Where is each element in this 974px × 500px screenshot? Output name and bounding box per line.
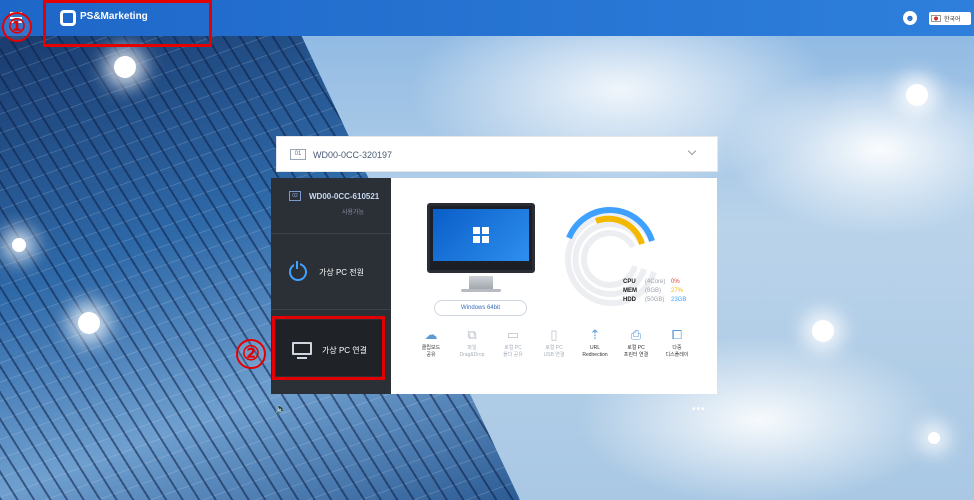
power-button[interactable]: 가상 PC 전원	[271, 235, 391, 310]
folder-share-icon: ▭	[506, 327, 520, 342]
multi-display-icon: ⧠	[671, 327, 683, 342]
tool-sublabel: 폴더 공유	[503, 352, 523, 358]
pc-number-badge: 01	[290, 149, 306, 160]
pc-status: 사용가능	[342, 210, 365, 216]
language-label: 한국어	[944, 17, 961, 23]
stat-label: CPU	[623, 279, 636, 285]
annotation-box-1	[43, 0, 212, 47]
tool-sublabel: 공유	[426, 352, 436, 358]
pc-selector-value: WD00-0CC-320197	[313, 150, 393, 160]
tool-sublabel: USB 연결	[543, 352, 565, 358]
tool-label: 로컬 PC	[545, 345, 563, 351]
chevron-down-icon[interactable]	[687, 146, 697, 156]
tool-sublabel: 프린터 연결	[623, 352, 649, 358]
stat-sublabel: (4Core)	[645, 279, 666, 285]
tool-sublabel: Drag&Drop	[459, 352, 485, 358]
tool-sublabel: 디스플레이	[665, 352, 689, 358]
tool-url-redirect[interactable]: ⇡ URL Redirection	[578, 328, 612, 359]
stat-row: MEM (8GB) 27%	[623, 287, 686, 296]
tool-folder-share[interactable]: ▭ 로컬 PC 폴더 공유	[496, 328, 530, 359]
stat-value: 27%	[671, 288, 684, 294]
tool-sublabel: Redirection	[582, 352, 608, 358]
os-badge: Windows 64bit	[434, 300, 527, 316]
user-icon[interactable]: ☻	[903, 11, 917, 25]
tool-label: 다중	[672, 345, 682, 351]
light-glow	[906, 84, 928, 106]
stat-sublabel: (50GB)	[645, 297, 665, 303]
url-redirect-icon: ⇡	[589, 327, 601, 342]
monitor-stand	[469, 276, 493, 290]
tool-label: 파일	[467, 345, 477, 351]
tool-drag-drop[interactable]: ⧉ 파일 Drag&Drop	[455, 328, 489, 359]
speaker-icon[interactable]: 🔈	[275, 404, 287, 415]
annotation-number-1: ①	[2, 12, 32, 42]
more-dots-icon[interactable]: •••	[692, 404, 706, 415]
cloud-icon: ☁	[424, 327, 438, 342]
stat-sublabel: (8GB)	[645, 288, 662, 294]
printer-icon: ⎙	[630, 327, 642, 342]
stat-value: 0%	[671, 279, 680, 285]
feature-toolbar: ☁ 클립보드 공유 ⧉ 파일 Drag&Drop ▭ 로컬 PC 폴더 공유 ▯ 로컬 PC USB …	[414, 328, 694, 359]
tool-label: 클립보드	[421, 345, 441, 351]
tool-printer[interactable]: ⎙ 로컬 PC 프린터 연결	[619, 328, 653, 359]
light-glow	[78, 312, 100, 334]
tool-usb[interactable]: ▯ 로컬 PC USB 연결	[537, 328, 571, 359]
stat-label: HDD	[623, 297, 636, 303]
usb-icon: ▯	[550, 327, 558, 342]
monitor-stand-base	[461, 289, 501, 292]
korea-flag-icon	[931, 15, 941, 22]
pc-number-badge: 02	[289, 191, 301, 201]
light-glow	[812, 320, 834, 342]
power-icon	[289, 261, 307, 281]
stat-label: MEM	[623, 288, 637, 294]
pc-detail-panel: Windows 64bit CPU (4Core) 0% MEM (8GB) 27% HDD…	[391, 178, 717, 394]
annotation-box-2	[272, 316, 385, 380]
tool-label: URL	[589, 345, 600, 351]
light-glow	[114, 56, 136, 78]
tool-multi-display[interactable]: ⧠ 다중 디스플레이	[660, 328, 694, 359]
light-glow	[12, 238, 26, 252]
pc-info: 02 WD00-0CC-610521 사용가능	[271, 178, 391, 234]
pc-selector[interactable]: 01 WD00-0CC-320197	[276, 136, 718, 172]
drag-drop-icon: ⧉	[467, 327, 477, 342]
tool-cloud[interactable]: ☁ 클립보드 공유	[414, 328, 448, 359]
stat-row: CPU (4Core) 0%	[623, 278, 686, 287]
tool-label: 로컬 PC	[504, 345, 522, 351]
tool-label: 로컬 PC	[627, 345, 645, 351]
light-glow	[928, 432, 940, 444]
power-label: 가상 PC 전원	[319, 268, 364, 277]
pc-name: WD00-0CC-610521	[309, 192, 380, 201]
annotation-number-2: ②	[236, 339, 266, 369]
stat-row: HDD (50GB) 23GB	[623, 296, 686, 305]
resource-stats: CPU (4Core) 0% MEM (8GB) 27% HDD (50GB) 23GB	[623, 278, 686, 305]
stat-value: 23GB	[671, 297, 687, 303]
windows-logo-icon	[473, 227, 489, 243]
language-button[interactable]: 한국어	[929, 12, 971, 25]
monitor-screen	[433, 209, 529, 261]
monitor-image	[427, 203, 535, 273]
